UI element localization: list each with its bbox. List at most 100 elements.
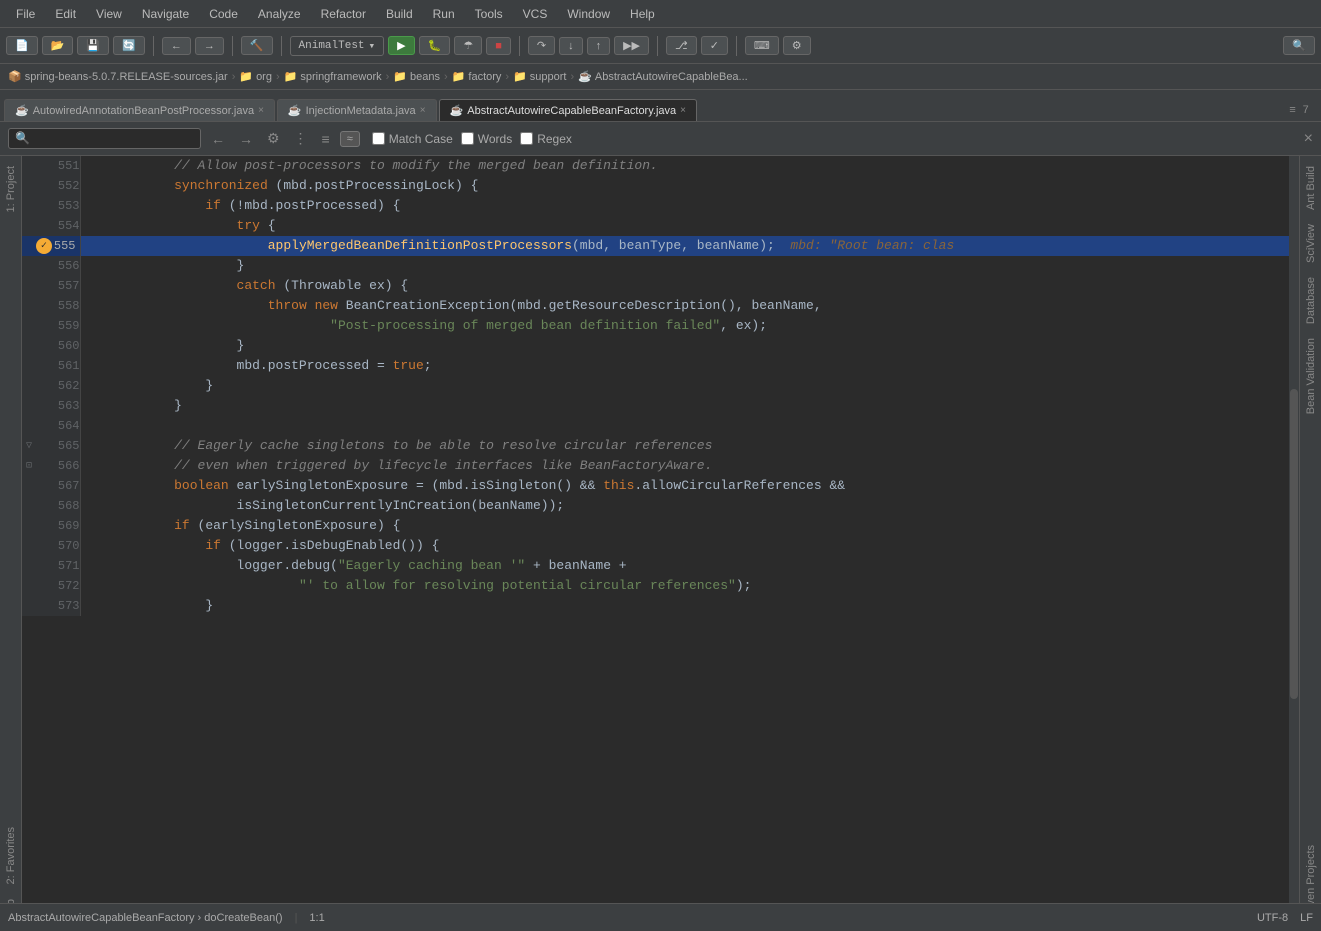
menu-help[interactable]: Help <box>622 5 663 23</box>
tab-label-2: InjectionMetadata.java <box>306 105 416 117</box>
search-more-options-button[interactable]: ⋮ <box>290 128 312 149</box>
status-right: UTF-8 LF <box>1257 912 1313 924</box>
stop-button[interactable]: ■ <box>486 37 511 55</box>
tab-abstract[interactable]: ☕ AbstractAutowireCapableBeanFactory.jav… <box>439 99 697 121</box>
java-icon-1: ☕ <box>15 104 29 117</box>
code-line-553: if (!mbd.postProcessed) { <box>80 196 1299 216</box>
tab-close-1[interactable]: × <box>258 105 264 116</box>
search-filter-type-button[interactable]: ≈ <box>340 131 360 147</box>
line-number-569: 569 <box>22 516 80 536</box>
menu-refactor[interactable]: Refactor <box>313 5 374 23</box>
tab-more-button[interactable]: ≡ 7 <box>1281 101 1317 121</box>
breadcrumb-support[interactable]: 📁 support <box>513 70 566 83</box>
menu-tools[interactable]: Tools <box>467 5 511 23</box>
right-panel-sciview[interactable]: SciView <box>1303 218 1319 269</box>
breadcrumb-jar[interactable]: 📦 spring-beans-5.0.7.RELEASE-sources.jar <box>8 70 228 83</box>
breadcrumb-org[interactable]: 📁 org <box>239 70 272 83</box>
breadcrumb-springframework[interactable]: 📁 springframework <box>284 70 382 83</box>
toolbar-sep-3 <box>281 36 282 56</box>
settings-button[interactable]: ⚙ <box>783 36 811 55</box>
code-line-559: "Post-processing of merged bean definiti… <box>80 316 1299 336</box>
search-everywhere-button[interactable]: 🔍 <box>1283 36 1315 55</box>
tab-close-3[interactable]: × <box>680 105 686 116</box>
tab-injection[interactable]: ☕ InjectionMetadata.java × <box>277 99 437 121</box>
vcs-button[interactable]: ⎇ <box>666 36 697 55</box>
run-button[interactable]: ▶ <box>388 36 414 55</box>
line-number-562: 562 <box>22 376 80 396</box>
menu-navigate[interactable]: Navigate <box>134 5 197 23</box>
words-label: Words <box>478 132 512 146</box>
search-input[interactable] <box>34 132 194 146</box>
table-row: 561 mbd.postProcessed = true; <box>22 356 1299 376</box>
menu-window[interactable]: Window <box>559 5 618 23</box>
new-file-button[interactable]: 📄 <box>6 36 38 55</box>
code-line-551: // Allow post-processors to modify the m… <box>80 156 1299 176</box>
toolbar-sep-4 <box>519 36 520 56</box>
step-out-button[interactable]: ↑ <box>587 37 611 55</box>
table-row: 564 <box>22 416 1299 436</box>
status-cursor: 1:1 <box>309 912 324 924</box>
step-into-button[interactable]: ↓ <box>559 37 583 55</box>
right-panel-ant[interactable]: Ant Build <box>1303 160 1319 216</box>
vertical-scrollbar-track[interactable] <box>1289 156 1299 931</box>
regex-checkbox[interactable] <box>520 132 533 145</box>
tab-autowired[interactable]: ☕ AutowiredAnnotationBeanPostProcessor.j… <box>4 99 275 121</box>
search-close-button[interactable]: × <box>1304 130 1313 148</box>
breadcrumb-class[interactable]: ☕ AbstractAutowireCapableBea... <box>578 70 748 83</box>
save-button[interactable]: 💾 <box>77 36 109 55</box>
words-checkbox[interactable] <box>461 132 474 145</box>
match-case-checkbox[interactable] <box>372 132 385 145</box>
menu-edit[interactable]: Edit <box>47 5 84 23</box>
vertical-scrollbar-thumb[interactable] <box>1290 389 1298 699</box>
left-panel-project[interactable]: 1: Project <box>3 160 19 218</box>
status-line-ending: LF <box>1300 912 1313 924</box>
commit-button[interactable]: ✓ <box>701 36 728 55</box>
toolbar-sep-6 <box>736 36 737 56</box>
line-number-559: 559 <box>22 316 80 336</box>
status-bar: AbstractAutowireCapableBeanFactory › doC… <box>0 903 1321 931</box>
run-config-dropdown[interactable]: AnimalTest ▾ <box>290 36 385 56</box>
sync-button[interactable]: 🔄 <box>113 36 145 55</box>
tab-close-2[interactable]: × <box>420 105 426 116</box>
table-row: 554 try { <box>22 216 1299 236</box>
menu-file[interactable]: File <box>8 5 43 23</box>
breadcrumb-beans[interactable]: 📁 beans <box>393 70 440 83</box>
table-row: ⊡566 // even when triggered by lifecycle… <box>22 456 1299 476</box>
table-row: 558 throw new BeanCreationException(mbd.… <box>22 296 1299 316</box>
code-line-566: // even when triggered by lifecycle inte… <box>80 456 1299 476</box>
words-option[interactable]: Words <box>461 132 512 146</box>
resume-button[interactable]: ▶▶ <box>614 36 649 55</box>
match-case-option[interactable]: Match Case <box>372 132 453 146</box>
search-settings-button[interactable]: ≡ <box>318 129 334 149</box>
debug-button[interactable]: 🐛 <box>419 36 451 55</box>
line-number-563: 563 <box>22 396 80 416</box>
table-row: 560 } <box>22 336 1299 356</box>
step-over-button[interactable]: ↷ <box>528 36 555 55</box>
search-back-button[interactable]: ← <box>207 129 229 149</box>
breadcrumb-bar: 📦 spring-beans-5.0.7.RELEASE-sources.jar… <box>0 64 1321 90</box>
table-row: 551 // Allow post-processors to modify t… <box>22 156 1299 176</box>
package-icon-3: 📁 <box>393 70 407 83</box>
code-line-558: throw new BeanCreationException(mbd.getR… <box>80 296 1299 316</box>
menu-build[interactable]: Build <box>378 5 421 23</box>
menu-view[interactable]: View <box>88 5 130 23</box>
regex-option[interactable]: Regex <box>520 132 572 146</box>
menu-analyze[interactable]: Analyze <box>250 5 309 23</box>
build-button[interactable]: 🔨 <box>241 36 273 55</box>
menu-code[interactable]: Code <box>201 5 246 23</box>
menu-run[interactable]: Run <box>425 5 463 23</box>
breadcrumb-factory[interactable]: 📁 factory <box>452 70 502 83</box>
left-panel-favorites[interactable]: 2: Favorites <box>3 821 19 890</box>
code-scroll[interactable]: 551 // Allow post-processors to modify t… <box>22 156 1299 921</box>
terminal-button[interactable]: ⌨ <box>745 36 779 55</box>
right-panel-database[interactable]: Database <box>1303 271 1319 330</box>
open-button[interactable]: 📂 <box>42 36 74 55</box>
forward-button[interactable]: → <box>195 37 224 55</box>
search-forward-button[interactable]: → <box>235 129 257 149</box>
right-panel-bean-validation[interactable]: Bean Validation <box>1303 332 1319 420</box>
line-number-558: 558 <box>22 296 80 316</box>
menu-vcs[interactable]: VCS <box>515 5 556 23</box>
search-filter-button[interactable]: ⚙ <box>263 128 284 149</box>
coverage-button[interactable]: ☂ <box>454 36 482 55</box>
back-button[interactable]: ← <box>162 37 191 55</box>
